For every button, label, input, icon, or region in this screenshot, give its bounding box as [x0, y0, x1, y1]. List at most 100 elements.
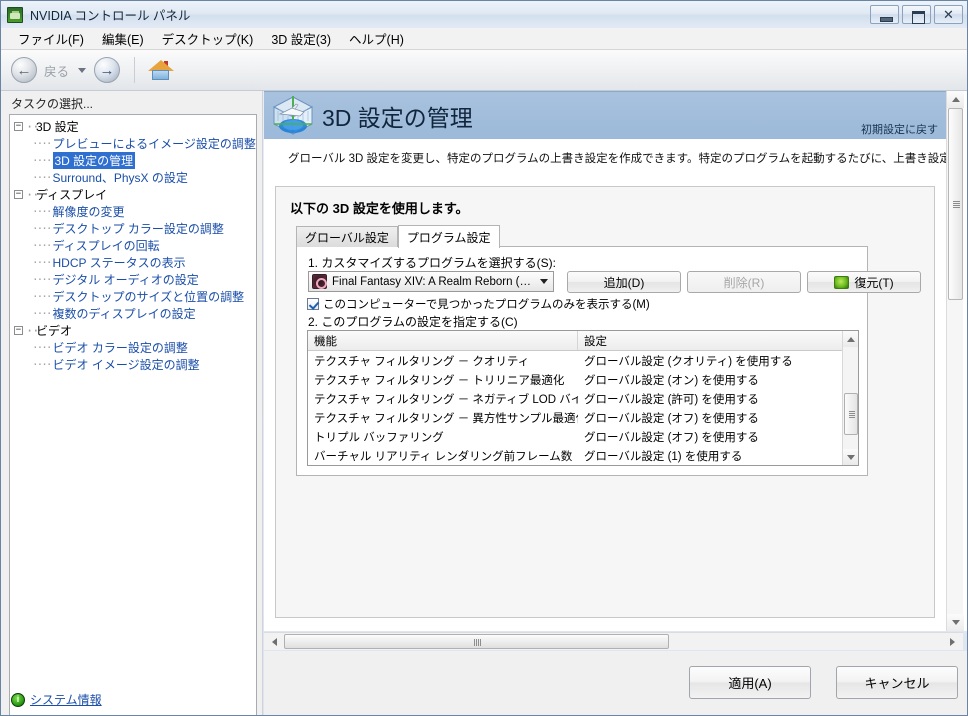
- task-select-label: タスクの選択...: [11, 97, 94, 111]
- chevron-down-icon[interactable]: [78, 67, 87, 73]
- tree-connector: ····: [32, 137, 52, 150]
- table-row[interactable]: テクスチャ フィルタリング － 異方性サンプル最適化 グローバル設定 (オフ) …: [308, 408, 858, 427]
- page-header: 3D 設定の管理 初期設定に戻す: [264, 91, 946, 139]
- tree-root-display[interactable]: − ·· ディスプレイ: [10, 186, 256, 203]
- show-found-programs-checkbox[interactable]: このコンピューターで見つかったプログラムのみを表示する(M): [307, 296, 650, 312]
- tree-root-label: ビデオ: [36, 324, 73, 338]
- table-row[interactable]: テクスチャ フィルタリング － トリリニア最適化 グローバル設定 (オン) を使…: [308, 370, 858, 389]
- delete-program-button: 削除(R): [687, 271, 801, 293]
- 3d-settings-cube-svg: [272, 95, 314, 135]
- tab-program-settings[interactable]: プログラム設定: [397, 225, 500, 248]
- sidebar-item-label: ビデオ イメージ設定の調整: [52, 358, 200, 372]
- table-vertical-scrollbar[interactable]: [842, 331, 858, 465]
- final-fantasy-xiv-icon: [312, 274, 327, 289]
- select-program-label: 1. カスタマイズするプログラムを選択する(S):: [308, 256, 556, 270]
- forward-arrow-icon: →: [99, 61, 115, 79]
- expander-icon[interactable]: −: [14, 190, 23, 199]
- cancel-button[interactable]: キャンセル: [836, 666, 958, 699]
- sidebar-item-digital-audio[interactable]: ···· デジタル オーディオの設定: [10, 271, 256, 288]
- tree-connector: ····: [32, 222, 52, 235]
- apply-button[interactable]: 適用(A): [689, 666, 811, 699]
- tab-global-settings[interactable]: グローバル設定: [296, 226, 398, 247]
- table-header-row: 機能 設定: [308, 331, 858, 351]
- forward-button[interactable]: →: [94, 57, 121, 83]
- menu-desktop[interactable]: デスクトップ(K): [153, 27, 263, 50]
- 3d-settings-cube-icon: [270, 94, 316, 138]
- sidebar-item-desktop-size-position[interactable]: ···· デスクトップのサイズと位置の調整: [10, 288, 256, 305]
- column-header-setting[interactable]: 設定: [578, 331, 858, 350]
- table-row[interactable]: バーチャル リアリティ レンダリング前フレーム数 グローバル設定 (1) を使用…: [308, 446, 858, 465]
- tree-connector: ··: [26, 119, 39, 134]
- program-settings-tabpanel: 1. カスタマイズするプログラムを選択する(S): Final Fantasy …: [296, 246, 921, 476]
- close-icon: ✕: [943, 7, 954, 22]
- page-description: グローバル 3D 設定を変更し、特定のプログラムの上書き設定を作成できます。特定…: [288, 153, 946, 165]
- scroll-down-arrow-icon[interactable]: [947, 614, 964, 631]
- chevron-down-icon[interactable]: [535, 272, 553, 291]
- table-row[interactable]: テクスチャ フィルタリング － クオリティ グローバル設定 (クオリティ) を使…: [308, 351, 858, 370]
- sidebar-item-label: 3D 設定の管理: [52, 152, 136, 169]
- menu-file[interactable]: ファイル(F): [9, 27, 93, 50]
- close-button[interactable]: ✕: [934, 5, 963, 24]
- tree-root-3d-settings[interactable]: − ·· 3D 設定: [10, 118, 256, 135]
- sidebar-item-video-image-settings[interactable]: ···· ビデオ イメージ設定の調整: [10, 356, 256, 373]
- minimize-button[interactable]: [870, 5, 899, 24]
- sidebar-item-label: ビデオ カラー設定の調整: [52, 341, 188, 355]
- table-row[interactable]: トリプル バッファリング グローバル設定 (オフ) を使用する: [308, 427, 858, 446]
- main-scrollbar-thumb[interactable]: [948, 108, 963, 300]
- table-row[interactable]: テクスチャ フィルタリング － ネガティブ LOD バイアス グローバル設定 (…: [308, 389, 858, 408]
- sidebar-item-label: プレビューによるイメージ設定の調整: [52, 137, 256, 151]
- dialog-footer: 適用(A) キャンセル: [264, 651, 967, 715]
- maximize-icon: [903, 6, 930, 24]
- main-vertical-scrollbar[interactable]: [946, 91, 964, 631]
- menu-bar: ファイル(F) 編集(E) デスクトップ(K) 3D 設定(3) ヘルプ(H): [1, 28, 967, 50]
- expander-icon[interactable]: −: [14, 122, 23, 131]
- menu-3d-settings[interactable]: 3D 設定(3): [262, 27, 340, 50]
- sidebar-item-surround-physx[interactable]: ···· Surround、PhysX の設定: [10, 169, 256, 186]
- menu-edit[interactable]: 編集(E): [93, 27, 153, 50]
- scroll-left-arrow-icon[interactable]: [266, 633, 283, 650]
- tree-connector: ····: [32, 273, 52, 286]
- checkbox-checked-icon[interactable]: [307, 298, 319, 310]
- sidebar-item-label: ディスプレイの回転: [52, 239, 160, 253]
- settings-table: 機能 設定 テクスチャ フィルタリング － クオリティ グローバル設定 (クオリ…: [307, 330, 859, 466]
- sidebar-item-change-resolution[interactable]: ···· 解像度の変更: [10, 203, 256, 220]
- sidebar-item-manage-3d-settings[interactable]: ···· 3D 設定の管理: [10, 152, 256, 169]
- sidebar-item-image-settings-preview[interactable]: ···· プレビューによるイメージ設定の調整: [10, 135, 256, 152]
- table-row[interactable]: マルチフレーム サンプリング AA (MFAA) グローバル設定 (オフ) を使…: [308, 465, 858, 466]
- scroll-up-arrow-icon[interactable]: [843, 331, 858, 347]
- sidebar-item-video-color-settings[interactable]: ···· ビデオ カラー設定の調整: [10, 339, 256, 356]
- expander-icon[interactable]: −: [14, 326, 23, 335]
- restore-button[interactable]: 復元(T): [807, 271, 921, 293]
- sidebar: タスクの選択... − ·· 3D 設定 ···· プレビューによるイメージ設定…: [1, 91, 263, 715]
- main-horizontal-scrollbar[interactable]: [264, 632, 963, 650]
- scroll-down-arrow-icon[interactable]: [843, 449, 858, 465]
- reset-defaults-link[interactable]: 初期設定に戻す: [861, 121, 938, 137]
- sidebar-item-multiple-displays[interactable]: ···· 複数のディスプレイの設定: [10, 305, 256, 322]
- sidebar-item-label: 複数のディスプレイの設定: [52, 307, 196, 321]
- scroll-right-arrow-icon[interactable]: [944, 633, 961, 650]
- settings-panel: 以下の 3D 設定を使用します。 グローバル設定 プログラム設定 1. カスタマ…: [275, 186, 935, 618]
- sidebar-item-desktop-color-settings[interactable]: ···· デスクトップ カラー設定の調整: [10, 220, 256, 237]
- tree-root-video[interactable]: − ·· ビデオ: [10, 322, 256, 339]
- column-header-feature[interactable]: 機能: [308, 331, 578, 350]
- sidebar-item-rotate-display[interactable]: ···· ディスプレイの回転: [10, 237, 256, 254]
- scroll-up-arrow-icon[interactable]: [947, 91, 964, 108]
- tree-connector: ··: [26, 187, 39, 202]
- add-program-button[interactable]: 追加(D): [567, 271, 681, 293]
- maximize-button[interactable]: [902, 5, 931, 24]
- home-icon[interactable]: [147, 58, 175, 82]
- back-button[interactable]: ←: [11, 57, 37, 83]
- cell-setting: グローバル設定 (1) を使用する: [584, 450, 743, 463]
- tree-connector: ····: [32, 171, 52, 184]
- table-scrollbar-thumb[interactable]: [844, 393, 858, 435]
- tree-connector: ····: [32, 205, 52, 218]
- system-information-link[interactable]: i システム情報: [11, 691, 102, 708]
- sidebar-item-hdcp-status[interactable]: ···· HDCP ステータスの表示: [10, 254, 256, 271]
- cell-setting: グローバル設定 (クオリティ) を使用する: [584, 355, 793, 368]
- horizontal-scrollbar-thumb[interactable]: [284, 634, 669, 649]
- program-select-combobox[interactable]: Final Fantasy XIV: A Realm Reborn (…: [308, 271, 554, 292]
- home-body: [152, 70, 170, 80]
- nvidia-logo-icon: [7, 6, 23, 23]
- main-content: 3D 設定の管理 初期設定に戻す グローバル 3D 設定を変更し、特定のプログラ…: [264, 91, 967, 631]
- menu-help[interactable]: ヘルプ(H): [340, 27, 413, 50]
